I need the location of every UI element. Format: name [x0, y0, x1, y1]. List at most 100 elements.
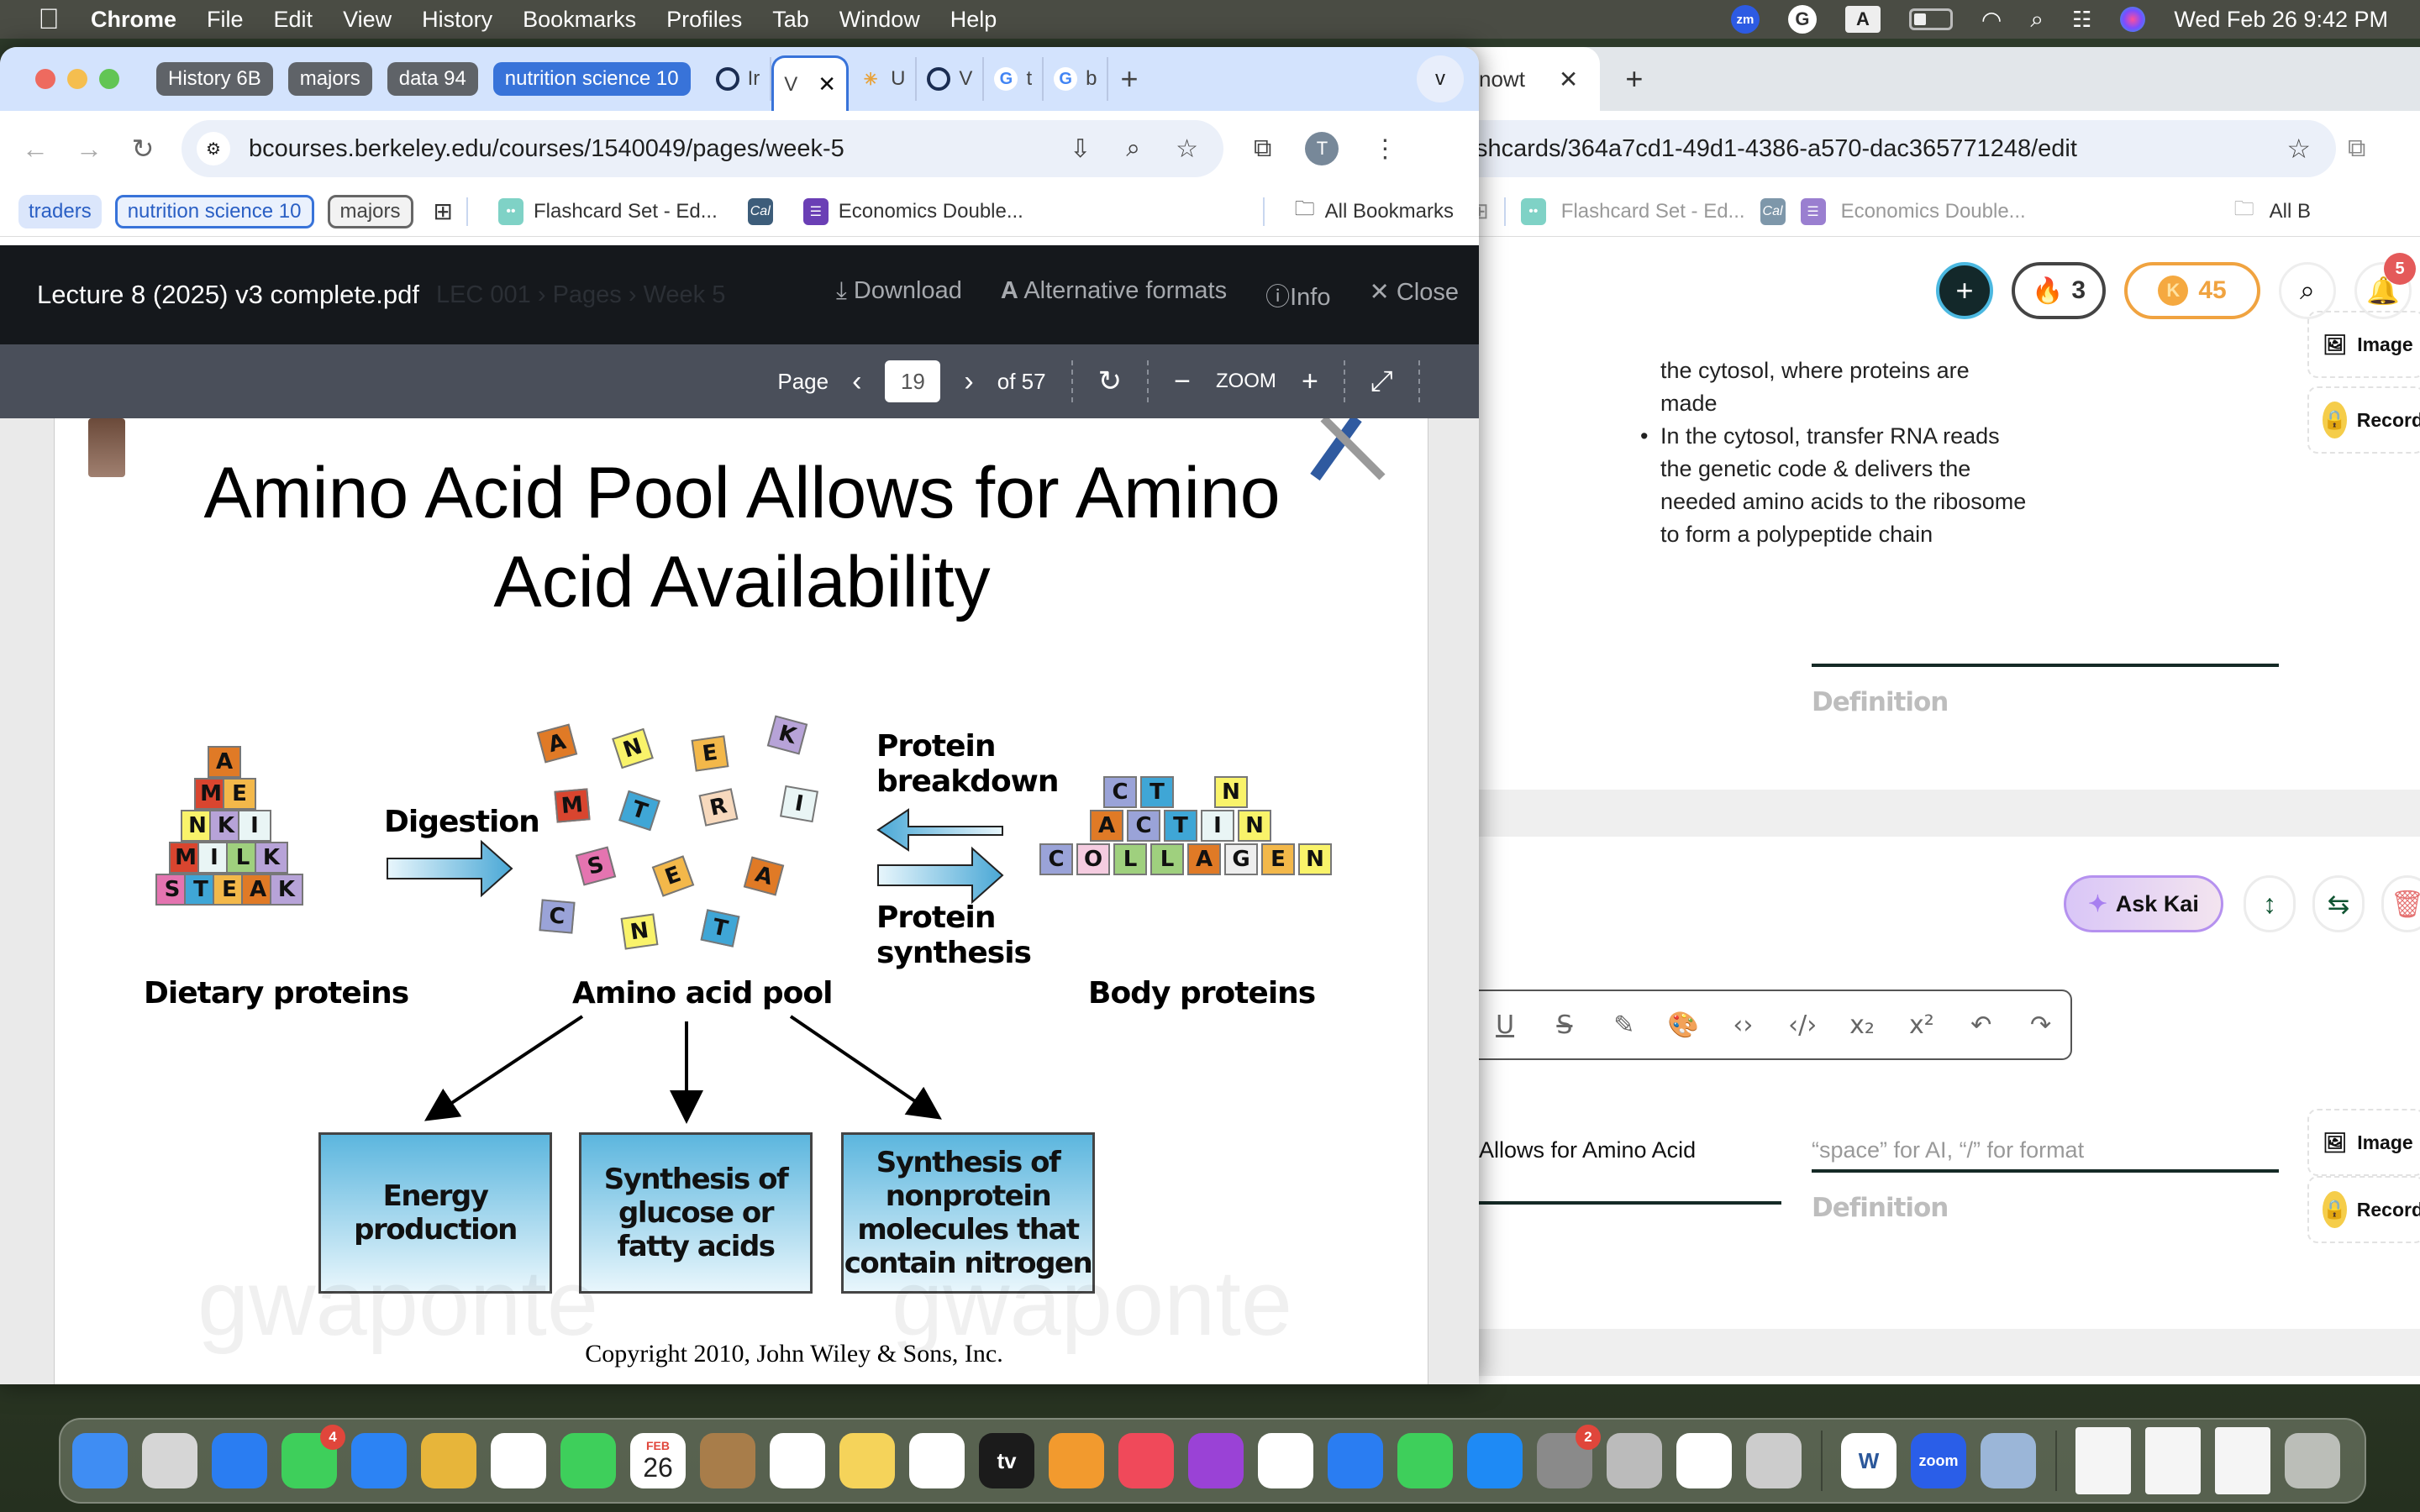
- menu-app-name[interactable]: Chrome: [91, 7, 176, 33]
- bookmark-flashcard[interactable]: Flashcard Set - Ed...: [1561, 200, 1745, 223]
- dock-app-music[interactable]: [1118, 1433, 1174, 1488]
- maximize-window-button[interactable]: [99, 69, 119, 89]
- inline-code-button[interactable]: ‹›: [1713, 1011, 1773, 1040]
- minimize-window-button[interactable]: [67, 69, 87, 89]
- grammarly-status-icon[interactable]: G: [1787, 5, 1817, 34]
- menu-edit[interactable]: Edit: [274, 7, 313, 33]
- record-button-2[interactable]: 🔒 Record: [2307, 1176, 2420, 1243]
- all-bookmarks-button[interactable]: 🗀 All Bookmarks: [1295, 194, 1454, 228]
- new-tab-button[interactable]: +: [1120, 61, 1138, 97]
- dock-app-safari[interactable]: [212, 1433, 267, 1488]
- create-button[interactable]: +: [1936, 262, 1993, 319]
- zoom-in-button[interactable]: +: [1302, 365, 1318, 398]
- dock-app-calendar[interactable]: FEB 26: [630, 1433, 686, 1488]
- dock-app-roblox[interactable]: [1607, 1433, 1662, 1488]
- ask-kai-button[interactable]: ✦ Ask Kai: [2064, 875, 2223, 932]
- bookmark-star-icon[interactable]: ☆: [1176, 134, 1198, 164]
- menu-view[interactable]: View: [343, 7, 392, 33]
- page-number-input[interactable]: 19: [885, 360, 941, 402]
- url-text[interactable]: shcards/364a7cd1-49d1-4386-a570-dac36577…: [1476, 135, 2077, 163]
- bookmark-economics[interactable]: Economics Double...: [1841, 200, 2026, 223]
- dock-app-pages[interactable]: [1049, 1433, 1104, 1488]
- menubar-clock[interactable]: Wed Feb 26 9:42 PM: [2174, 7, 2388, 33]
- menu-profiles[interactable]: Profiles: [666, 7, 742, 33]
- close-window-button[interactable]: [35, 69, 55, 89]
- dock-app-mail[interactable]: [351, 1433, 407, 1488]
- bookmark-economics[interactable]: ☰ Economics Double...: [802, 197, 1023, 225]
- bookmark-star-icon[interactable]: ☆: [2286, 133, 2311, 165]
- dock-app-preview[interactable]: [1981, 1433, 2036, 1488]
- undo-button[interactable]: ↶: [1951, 1011, 2011, 1040]
- rotate-button[interactable]: ↻: [1098, 365, 1123, 398]
- subscript-button[interactable]: x₂: [1833, 1011, 1892, 1040]
- dock-recent-document[interactable]: [2145, 1427, 2201, 1494]
- card2-term[interactable]: Allows for Amino Acid: [1479, 1137, 1696, 1163]
- dock-app-reminders[interactable]: [770, 1433, 825, 1488]
- dock-app-maps[interactable]: [421, 1433, 476, 1488]
- back-button[interactable]: ←: [17, 134, 54, 165]
- bookmark-group-traders[interactable]: traders: [18, 194, 102, 228]
- redo-button[interactable]: ↷: [2011, 1011, 2070, 1040]
- bookmark-flashcard[interactable]: •• Flashcard Set - Ed...: [497, 197, 718, 225]
- apps-grid-icon[interactable]: ⊞: [434, 197, 453, 225]
- install-app-icon[interactable]: ⇩: [1070, 134, 1091, 164]
- dock-app-keynote[interactable]: [1328, 1433, 1383, 1488]
- address-bar[interactable]: shcards/364a7cd1-49d1-4386-a570-dac36577…: [1344, 120, 2336, 177]
- tab-search-button[interactable]: v: [1417, 55, 1464, 102]
- close-tab-icon[interactable]: ✕: [1559, 66, 1578, 93]
- menu-bookmarks[interactable]: Bookmarks: [523, 7, 636, 33]
- coins-badge[interactable]: K 45: [2124, 262, 2260, 319]
- bookmark-group-nutrition[interactable]: nutrition science 10: [114, 194, 314, 228]
- control-center-icon[interactable]: ☷: [2072, 7, 2091, 33]
- color-palette-button[interactable]: 🎨: [1654, 1011, 1713, 1040]
- cal-icon[interactable]: Cal: [1760, 197, 1786, 225]
- url-text[interactable]: bcourses.berkeley.edu/courses/1540049/pa…: [249, 135, 844, 163]
- strikethrough-button[interactable]: S: [1534, 1011, 1594, 1040]
- dock-trash-icon[interactable]: [2285, 1433, 2340, 1488]
- dock-app-photos[interactable]: [491, 1433, 546, 1488]
- expand-vertical-button[interactable]: ↕: [2244, 875, 2296, 932]
- fullscreen-button[interactable]: ⤢: [1370, 365, 1393, 398]
- extensions-icon[interactable]: ⧉: [1254, 134, 1271, 163]
- card2-definition-input[interactable]: “space” for AI, “/” for format: [1812, 1137, 2084, 1163]
- reload-button[interactable]: ↻: [124, 133, 161, 165]
- card1-bullet[interactable]: • In the cytosol, transfer RNA reads the…: [1640, 420, 2030, 551]
- pdf-page-area[interactable]: Amino Acid Pool Allows for Amino Acid Av…: [0, 418, 1479, 1384]
- dock-app-word[interactable]: W: [1841, 1433, 1897, 1488]
- menu-window[interactable]: Window: [839, 7, 920, 33]
- tab-3[interactable]: ✳ U: [849, 57, 918, 101]
- dock-app-chrome[interactable]: [1676, 1433, 1732, 1488]
- extensions-icon[interactable]: ⧉: [2348, 134, 2365, 163]
- tab-active[interactable]: V ✕: [771, 55, 850, 111]
- dock-recent-document[interactable]: [2075, 1427, 2131, 1494]
- zoom-out-button[interactable]: −: [1174, 365, 1191, 398]
- dock-app-notes[interactable]: [839, 1433, 895, 1488]
- dock-app-iphone-mirroring[interactable]: [1746, 1433, 1802, 1488]
- dock-app-finder[interactable]: [72, 1433, 128, 1488]
- tab-4[interactable]: V: [917, 57, 985, 101]
- alternative-formats-button[interactable]: A Alternative formats: [1001, 277, 1227, 312]
- record-button[interactable]: 🔒 Record: [2307, 386, 2420, 454]
- tab-1[interactable]: Ir: [706, 57, 772, 101]
- tab-group-history-6b[interactable]: History 6B: [156, 62, 273, 96]
- bookmark-cal[interactable]: Cal: [747, 197, 773, 225]
- close-button[interactable]: ✕ Close: [1369, 277, 1459, 312]
- new-tab-button[interactable]: +: [1625, 61, 1643, 97]
- tab-6[interactable]: G b: [1044, 57, 1109, 101]
- card1-definition-text-partial[interactable]: the cytosol, where proteins are made: [1660, 354, 2030, 420]
- wifi-icon[interactable]: ◠: [1981, 6, 2002, 34]
- input-source-icon[interactable]: A: [1844, 6, 1881, 33]
- menu-tab[interactable]: Tab: [772, 7, 809, 33]
- dock-app-tv[interactable]: tv: [979, 1433, 1034, 1488]
- dock-app-app-store[interactable]: [1467, 1433, 1523, 1488]
- zoom-status-icon[interactable]: zm: [1730, 5, 1760, 34]
- next-page-button[interactable]: ›: [964, 365, 973, 398]
- dock-app-podcasts[interactable]: [1188, 1433, 1244, 1488]
- add-image-button[interactable]: 🖼 Image: [2307, 311, 2420, 378]
- menu-help[interactable]: Help: [950, 7, 997, 33]
- forward-button[interactable]: →: [71, 134, 108, 165]
- siri-icon[interactable]: [2120, 7, 2146, 32]
- address-bar[interactable]: ⚙ bcourses.berkeley.edu/courses/1540049/…: [182, 120, 1223, 177]
- apple-menu-icon[interactable]: : [32, 3, 66, 36]
- tab-group-nutrition[interactable]: nutrition science 10: [492, 62, 691, 96]
